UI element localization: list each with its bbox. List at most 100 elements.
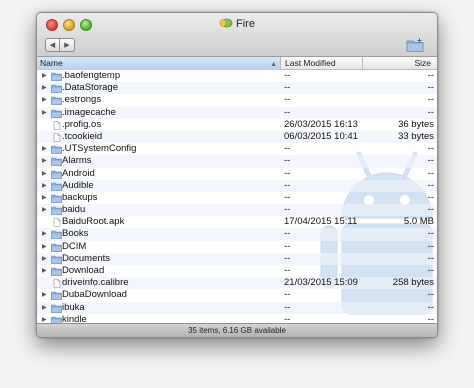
file-modified: 26/03/2015 16:13 [284,118,358,130]
file-modified: -- [284,82,291,94]
file-row[interactable]: ▶ Download -- -- [37,265,437,277]
file-row[interactable]: BaiduRoot.apk 17/04/2015 15:11 5.0 MB [37,216,437,228]
new-folder-icon[interactable] [406,38,424,52]
disclosure-triangle-icon[interactable]: ▶ [42,168,49,180]
disclosure-triangle-icon[interactable]: ▶ [42,143,49,155]
file-name: baidu [62,204,86,216]
folder-icon [51,206,62,215]
file-size: -- [427,228,434,240]
folder-icon [51,231,62,240]
file-row[interactable]: ▶ Documents -- -- [37,252,437,265]
file-name: Books [62,228,89,240]
disclosure-triangle-icon[interactable]: ▶ [42,192,49,204]
file-size: -- [427,82,434,94]
file-modified: -- [284,155,291,167]
file-modified: -- [284,106,291,118]
disclosure-triangle-icon[interactable]: ▶ [42,107,49,119]
disclosure-triangle-icon[interactable]: ▶ [42,70,49,82]
folder-icon [51,97,62,106]
column-header-name-label: Name [40,58,63,68]
title-bar[interactable]: Fire ◀ ▶ [37,13,437,57]
folder-icon [51,194,62,203]
status-bar: 35 items, 6.16 GB available [37,323,437,337]
android-bug-icon [219,18,233,28]
file-icon [53,133,61,142]
folder-icon [51,243,62,252]
file-modified: 17/04/2015 15:11 [284,216,358,228]
file-icon [53,218,61,228]
file-name: backups [62,191,98,203]
disclosure-triangle-icon[interactable]: ▶ [42,180,49,192]
file-rows: ▶ .baofengtemp -- -- ▶ .DataStorage -- -- ▶ .estr… [37,70,437,326]
file-size: -- [427,167,434,179]
file-icon [53,279,61,288]
disclosure-triangle-icon[interactable]: ▶ [42,155,49,167]
file-row[interactable]: ▶ .UTSystemConfig -- -- [37,143,437,155]
column-header-size[interactable]: Size [364,57,437,70]
file-row[interactable]: .tcookieid 06/03/2015 10:41 33 bytes [37,130,437,144]
folder-icon [51,292,62,301]
column-header-modified[interactable]: Last Modified [282,57,363,70]
file-name: Download [62,265,105,276]
file-row[interactable]: ▶ .estrongs -- -- [37,94,437,106]
file-size: 5.0 MB [403,216,434,228]
file-size: 33 bytes [398,130,434,142]
disclosure-triangle-icon[interactable]: ▶ [42,241,49,253]
file-size: -- [427,94,434,106]
file-name: .baofengtemp [62,70,121,81]
file-name: .tcookieid [62,130,103,142]
file-row[interactable]: ▶ .baofengtemp -- -- [37,70,437,82]
file-list[interactable]: ▶ .baofengtemp -- -- ▶ .DataStorage -- -- ▶ .estr… [37,70,437,326]
disclosure-triangle-icon[interactable]: ▶ [42,289,49,301]
file-row[interactable]: ▶ DubaDownload -- -- [37,289,437,301]
file-row[interactable]: driveinfo.calibre 21/03/2015 15:09 258 byt… [37,277,437,290]
file-name: driveinfo.calibre [62,277,129,289]
finder-window: Fire ◀ ▶ Name ▲ Last Modified Size ▶ .ba… [36,12,438,338]
disclosure-triangle-icon[interactable]: ▶ [42,94,49,106]
disclosure-triangle-icon[interactable]: ▶ [42,82,49,94]
file-row[interactable]: ▶ Audible -- -- [37,179,437,192]
file-name: Documents [62,252,111,264]
file-size: -- [427,106,434,118]
folder-icon [51,145,62,154]
folder-icon [51,109,62,118]
file-modified: -- [284,265,291,276]
folder-icon [51,304,62,313]
file-size: -- [427,143,434,155]
file-name: DCIM [62,240,87,252]
file-row[interactable]: ▶ Alarms -- -- [37,155,437,168]
column-header: Name ▲ Last Modified Size [37,57,437,70]
file-icon [53,120,61,130]
file-row[interactable]: ▶ baidu -- -- [37,204,437,217]
file-modified: -- [284,252,291,264]
file-row[interactable]: ▶ ibuka -- -- [37,301,437,314]
disclosure-triangle-icon[interactable]: ▶ [42,302,49,314]
file-size: -- [427,70,434,81]
file-name: Android [62,167,95,179]
file-row[interactable]: .profig.os 26/03/2015 16:13 36 bytes [37,119,437,131]
file-size: -- [427,179,434,191]
file-row[interactable]: ▶ backups -- -- [37,192,437,204]
file-row[interactable]: ▶ .DataStorage -- -- [37,82,437,95]
file-name: DubaDownload [62,289,127,301]
window-title-group: Fire [37,17,437,30]
window-title: Fire [236,18,255,30]
disclosure-triangle-icon[interactable]: ▶ [42,253,49,265]
column-header-name[interactable]: Name ▲ [37,57,281,70]
back-button[interactable]: ◀ [45,38,60,52]
file-name: .DataStorage [62,82,118,94]
folder-icon [51,170,62,179]
folder-icon [51,158,62,167]
file-modified: -- [284,289,291,301]
file-row[interactable]: ▶ Books -- -- [37,228,437,241]
disclosure-triangle-icon[interactable]: ▶ [42,265,49,277]
forward-button[interactable]: ▶ [60,38,75,52]
file-row[interactable]: ▶ .imagecache -- -- [37,106,437,119]
disclosure-triangle-icon[interactable]: ▶ [42,228,49,240]
file-modified: -- [284,204,291,216]
disclosure-triangle-icon[interactable]: ▶ [42,204,49,216]
file-row[interactable]: ▶ DCIM -- -- [37,241,437,253]
file-size: -- [427,240,434,252]
file-size: -- [427,155,434,167]
file-row[interactable]: ▶ Android -- -- [37,168,437,180]
